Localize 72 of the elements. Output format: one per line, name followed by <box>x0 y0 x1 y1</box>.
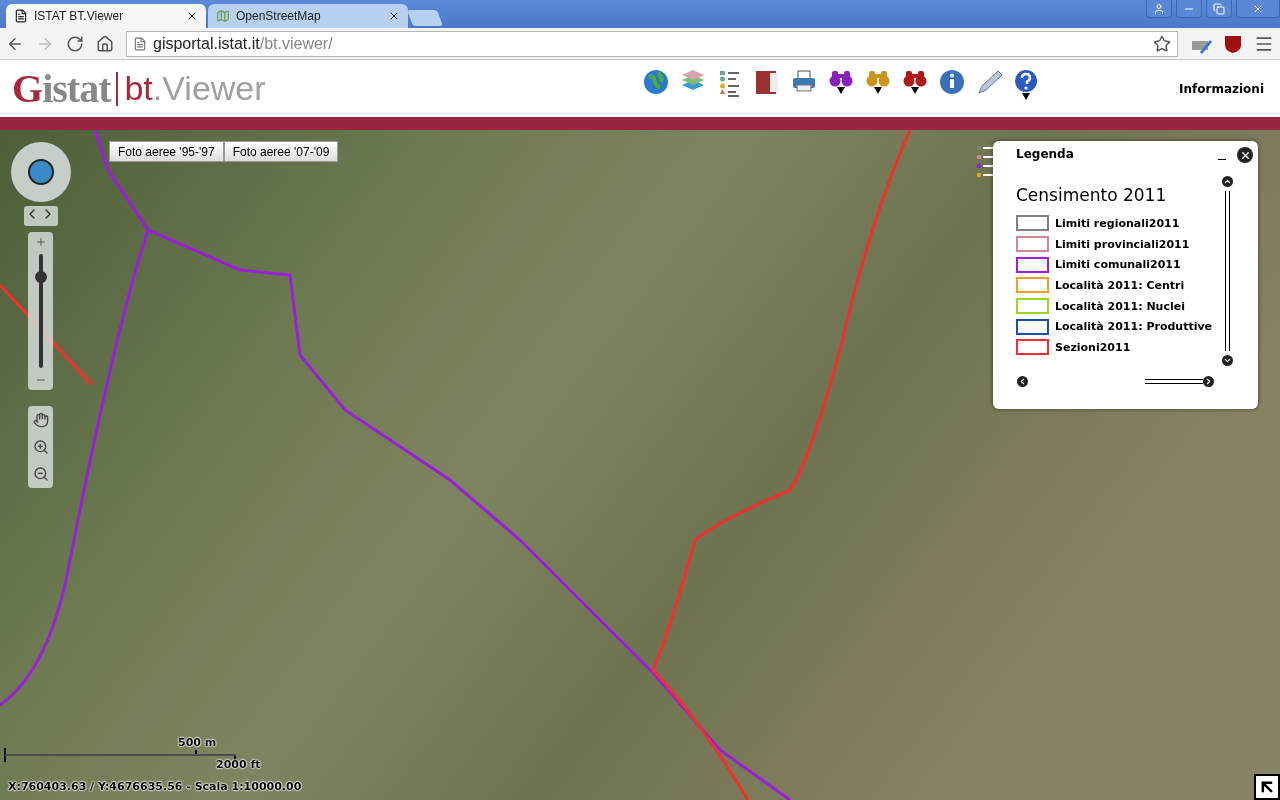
scale-metric-label: 500 m <box>178 736 217 749</box>
book-icon <box>753 68 780 95</box>
legend-label: Limiti provinciali2011 <box>1055 237 1190 251</box>
zoom-in-icon[interactable] <box>34 236 47 248</box>
printer-icon <box>790 68 817 93</box>
scroll-left-button[interactable] <box>1017 376 1028 387</box>
chevron-down-icon <box>1222 356 1232 365</box>
coordinates-text: X:760403.63 / Y:4676635.56 - Scala 1:10000.00 <box>8 780 302 793</box>
legend-label: Località 2011: Produttive <box>1055 320 1213 334</box>
globe-icon <box>642 68 669 95</box>
scroll-right-button[interactable] <box>1203 376 1214 387</box>
scroll-down-button[interactable] <box>1221 355 1233 366</box>
scroll-up-button[interactable] <box>1221 176 1233 187</box>
profile-button[interactable] <box>1146 0 1172 18</box>
toolbar-button[interactable] <box>827 68 854 94</box>
aerial-photo-button[interactable]: Foto aeree '95-'97 <box>109 141 224 162</box>
legend-label: Località 2011: Nuclei <box>1055 299 1185 313</box>
zoom-slider[interactable] <box>28 232 53 390</box>
shield-icon[interactable] <box>1224 33 1242 54</box>
page-icon <box>133 36 147 51</box>
history-control[interactable] <box>24 206 58 226</box>
caret-icon <box>873 86 882 94</box>
person-icon <box>1153 2 1165 15</box>
scale-imperial-label: 2000 ft <box>216 758 261 771</box>
hand-icon[interactable] <box>32 411 49 428</box>
star-icon[interactable] <box>1153 34 1171 53</box>
legend-label: Limiti regionali2011 <box>1055 216 1180 230</box>
caret-icon <box>910 86 919 94</box>
legend-title: Legenda <box>1016 147 1074 161</box>
address-field[interactable]: gisportal.istat.it/bt.viewer/ <box>126 30 1178 57</box>
toolbar-button[interactable] <box>864 68 891 94</box>
reload-icon[interactable] <box>66 34 84 53</box>
list-icon <box>718 68 741 97</box>
pencil-icon <box>975 68 1002 95</box>
minimize-button[interactable] <box>1176 0 1202 18</box>
url-text: gisportal.istat.it/bt.viewer/ <box>153 34 333 53</box>
toolbar-button[interactable] <box>753 68 780 95</box>
navigation-toolbar[interactable] <box>28 406 53 488</box>
logo: Gistat bt.Viewer <box>12 65 267 112</box>
page-icon <box>14 9 28 23</box>
close-icon[interactable] <box>186 10 198 22</box>
close-icon[interactable] <box>388 10 400 22</box>
browser-tab[interactable]: OpenStreetMap <box>208 4 408 28</box>
scroll-track[interactable] <box>1145 379 1203 384</box>
chevron-right-icon <box>1204 377 1213 386</box>
aerial-photo-button[interactable]: Foto aeree '07-'09 <box>223 141 339 162</box>
home-icon[interactable] <box>96 34 114 53</box>
restore-icon <box>1213 2 1225 15</box>
expand-button[interactable] <box>1254 774 1280 800</box>
chevron-up-icon <box>1222 177 1232 186</box>
zoom-thumb[interactable] <box>34 270 47 283</box>
restore-button[interactable] <box>1206 0 1232 18</box>
caret-icon <box>836 86 845 94</box>
new-tab-button[interactable] <box>407 10 443 26</box>
map-icon <box>216 9 230 23</box>
toolbar-button[interactable] <box>1012 68 1039 100</box>
chevron-left-icon <box>1018 377 1027 386</box>
legend-label: Limiti comunali2011 <box>1055 258 1181 272</box>
close-icon <box>1239 149 1251 161</box>
informazioni-link[interactable]: Informazioni <box>1179 81 1264 96</box>
help-icon <box>1013 68 1038 93</box>
zoom-in-icon[interactable] <box>32 439 49 455</box>
legend-label: Località 2011: Centri <box>1055 278 1185 292</box>
scroll-track[interactable] <box>1224 191 1230 351</box>
legend-label: Sezioni2011 <box>1055 340 1131 354</box>
browser-tab[interactable]: ISTAT BT.Viewer <box>6 4 206 28</box>
info-icon <box>938 68 965 95</box>
globe-icon <box>27 158 55 186</box>
legend-heading: Censimento 2011 <box>1016 185 1168 205</box>
zoom-out-icon[interactable] <box>32 466 49 483</box>
toolbar-button[interactable] <box>901 68 928 94</box>
close-button[interactable] <box>1237 147 1253 163</box>
